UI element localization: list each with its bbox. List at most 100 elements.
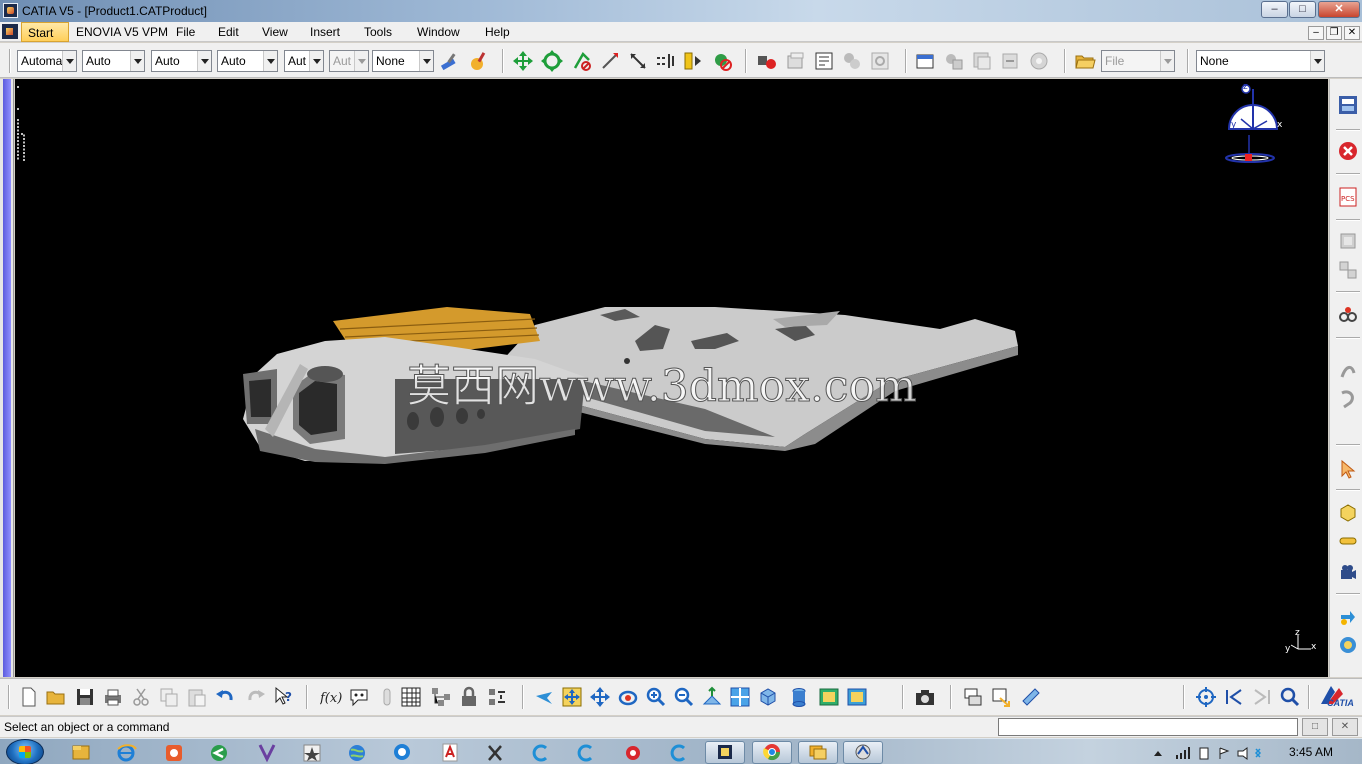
explorer-icon[interactable] [63, 741, 99, 764]
media-player-icon[interactable] [156, 741, 192, 764]
bluetooth-icon[interactable] [1254, 748, 1262, 758]
globe-app-icon[interactable] [339, 741, 375, 764]
generate-numbering-icon[interactable] [841, 50, 863, 72]
catia-app-icon[interactable] [3, 3, 18, 18]
rotate-view-icon[interactable] [617, 686, 639, 708]
open-icon[interactable] [45, 686, 67, 708]
scenes-icon[interactable] [756, 50, 778, 72]
menu-help[interactable]: Help [485, 25, 510, 39]
hide-show-icon[interactable] [818, 686, 840, 708]
rotate-icon[interactable] [541, 50, 563, 72]
chat-app-icon[interactable] [384, 741, 420, 764]
command-input[interactable] [998, 718, 1298, 736]
replace-component-icon[interactable] [1028, 50, 1050, 72]
menu-tools[interactable]: Tools [364, 25, 392, 39]
select-icon[interactable] [1338, 459, 1358, 479]
catalog-browser-icon[interactable] [785, 50, 807, 72]
record-app-icon[interactable] [615, 741, 651, 764]
3d-viewport[interactable]: z y x 莫西网www.3dmox.com z y x [15, 79, 1328, 677]
print-icon[interactable] [102, 686, 124, 708]
new-component-icon[interactable] [914, 50, 936, 72]
bill-of-material-icon[interactable] [813, 50, 835, 72]
assembly-icon[interactable] [1338, 305, 1358, 325]
zoom-in-icon[interactable] [645, 686, 667, 708]
zoom-out-icon[interactable] [673, 686, 695, 708]
target-icon[interactable] [1195, 686, 1217, 708]
pdf-app-icon[interactable] [432, 741, 468, 764]
line-thickness-combo[interactable]: Auto [151, 50, 212, 72]
snap-icon[interactable] [571, 50, 593, 72]
stop-manipulate-icon[interactable] [627, 50, 649, 72]
doc-restore-button[interactable]: ❐ [1326, 26, 1342, 40]
document-icon[interactable] [2, 24, 18, 39]
taskbar-windows-button[interactable] [798, 741, 838, 764]
taskbar-catia-v5-button[interactable] [843, 741, 883, 764]
iso-view-icon[interactable] [757, 686, 779, 708]
lock-icon[interactable] [458, 686, 480, 708]
cut-icon[interactable] [130, 686, 152, 708]
pan-icon[interactable] [512, 50, 534, 72]
layer-combo[interactable]: None [372, 50, 434, 72]
new-document-icon[interactable] [18, 686, 40, 708]
undo-icon[interactable] [214, 686, 236, 708]
catalog-save-icon[interactable] [962, 686, 984, 708]
open-folder-icon[interactable] [1074, 50, 1096, 72]
c-app-icon[interactable] [522, 741, 558, 764]
command-clear-button[interactable]: ✕ [1332, 718, 1358, 736]
swap-visible-space-icon[interactable] [846, 686, 868, 708]
taskbar-catia-button[interactable] [705, 741, 745, 764]
point-type-combo[interactable]: Aut [284, 50, 324, 72]
menu-start[interactable]: Start [21, 22, 69, 42]
fly-mode-icon[interactable] [533, 686, 555, 708]
flag-icon[interactable] [1219, 747, 1230, 759]
menu-window[interactable]: Window [417, 25, 460, 39]
analysis-icon[interactable] [1338, 635, 1358, 655]
explode-icon[interactable] [599, 50, 621, 72]
product-structure-icon[interactable] [1338, 95, 1358, 115]
volume-icon[interactable] [1237, 747, 1248, 760]
pan-view-icon[interactable] [589, 686, 611, 708]
whats-this-icon[interactable]: ? [273, 686, 295, 708]
save-icon[interactable] [74, 686, 96, 708]
flexible-icon[interactable] [1338, 363, 1358, 383]
formula-icon[interactable]: f(x) [320, 686, 342, 708]
manipulate-icon[interactable] [1338, 607, 1358, 627]
signal-icon[interactable] [1176, 747, 1190, 759]
internet-explorer-icon[interactable] [108, 741, 144, 764]
color-combo[interactable]: Automa [17, 50, 77, 72]
new-product-icon[interactable] [943, 50, 965, 72]
tree-scroll-bar[interactable] [3, 79, 11, 677]
close-button[interactable]: ✕ [1318, 1, 1360, 18]
battery-icon[interactable] [1199, 747, 1209, 760]
x-app-icon[interactable] [477, 741, 513, 764]
constraints-icon[interactable] [1338, 260, 1358, 280]
vs-app-icon[interactable] [249, 741, 285, 764]
reorder-icon[interactable] [486, 686, 508, 708]
menu-view[interactable]: View [262, 25, 288, 39]
line-type-combo[interactable]: Auto [217, 50, 278, 72]
part-icon[interactable] [1338, 503, 1358, 523]
transparency-combo[interactable]: Auto [82, 50, 145, 72]
menu-file[interactable]: File [176, 25, 195, 39]
copy-icon[interactable] [158, 686, 180, 708]
camera-icon[interactable] [1338, 563, 1358, 583]
command-button[interactable]: □ [1302, 718, 1328, 736]
filter-combo[interactable]: None [1196, 50, 1325, 72]
first-step-icon[interactable] [1223, 686, 1245, 708]
search-icon[interactable] [1279, 686, 1301, 708]
update-icon[interactable] [1338, 389, 1358, 409]
sketch-icon[interactable] [1338, 531, 1358, 551]
multi-view-icon[interactable] [729, 686, 751, 708]
painter-icon[interactable] [438, 50, 460, 72]
menu-insert[interactable]: Insert [310, 25, 340, 39]
pcs-icon[interactable]: PCS [1338, 187, 1358, 207]
doc-minimize-button[interactable]: – [1308, 26, 1324, 40]
properties-brush-icon[interactable] [468, 50, 490, 72]
clock[interactable]: 3:45 AM [1289, 745, 1333, 759]
c2-app-icon[interactable] [567, 741, 603, 764]
fit-all-icon[interactable] [561, 686, 583, 708]
tree-expand-icon[interactable] [430, 686, 452, 708]
c3-app-icon[interactable] [660, 741, 696, 764]
doc-close-button[interactable]: ✕ [1344, 26, 1360, 40]
measure-icon[interactable] [682, 50, 704, 72]
